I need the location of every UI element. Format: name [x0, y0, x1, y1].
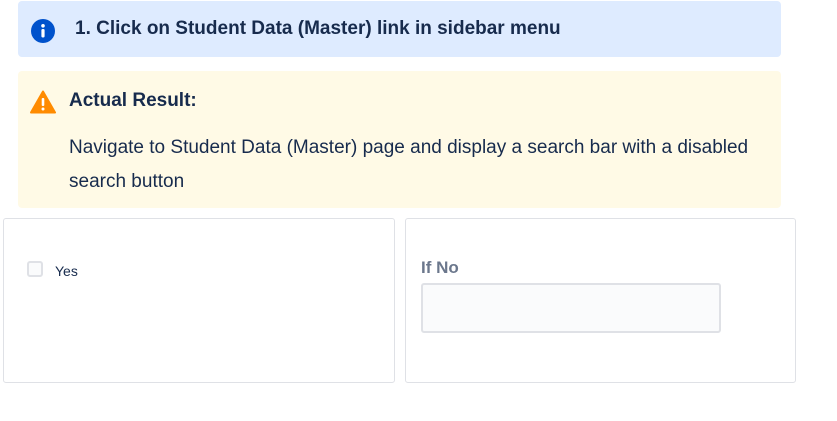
- actual-result-title: Actual Result:: [69, 90, 197, 111]
- info-circle-icon: [31, 19, 55, 43]
- warning-panel: Actual Result: Navigate to Student Data …: [18, 71, 781, 208]
- if-no-input[interactable]: [421, 283, 721, 333]
- page: 1. Click on Student Data (Master) link i…: [0, 0, 837, 421]
- if-no-label: If No: [421, 258, 459, 277]
- if-no-card: If No: [405, 218, 796, 383]
- info-panel: 1. Click on Student Data (Master) link i…: [18, 1, 781, 57]
- step-instruction: 1. Click on Student Data (Master) link i…: [75, 18, 561, 39]
- yes-card: Yes: [3, 218, 395, 383]
- warning-triangle-icon: [30, 90, 56, 114]
- yes-checkbox-label[interactable]: Yes: [55, 263, 78, 279]
- actual-result-body: Navigate to Student Data (Master) page a…: [69, 137, 749, 192]
- yes-checkbox[interactable]: [27, 261, 43, 277]
